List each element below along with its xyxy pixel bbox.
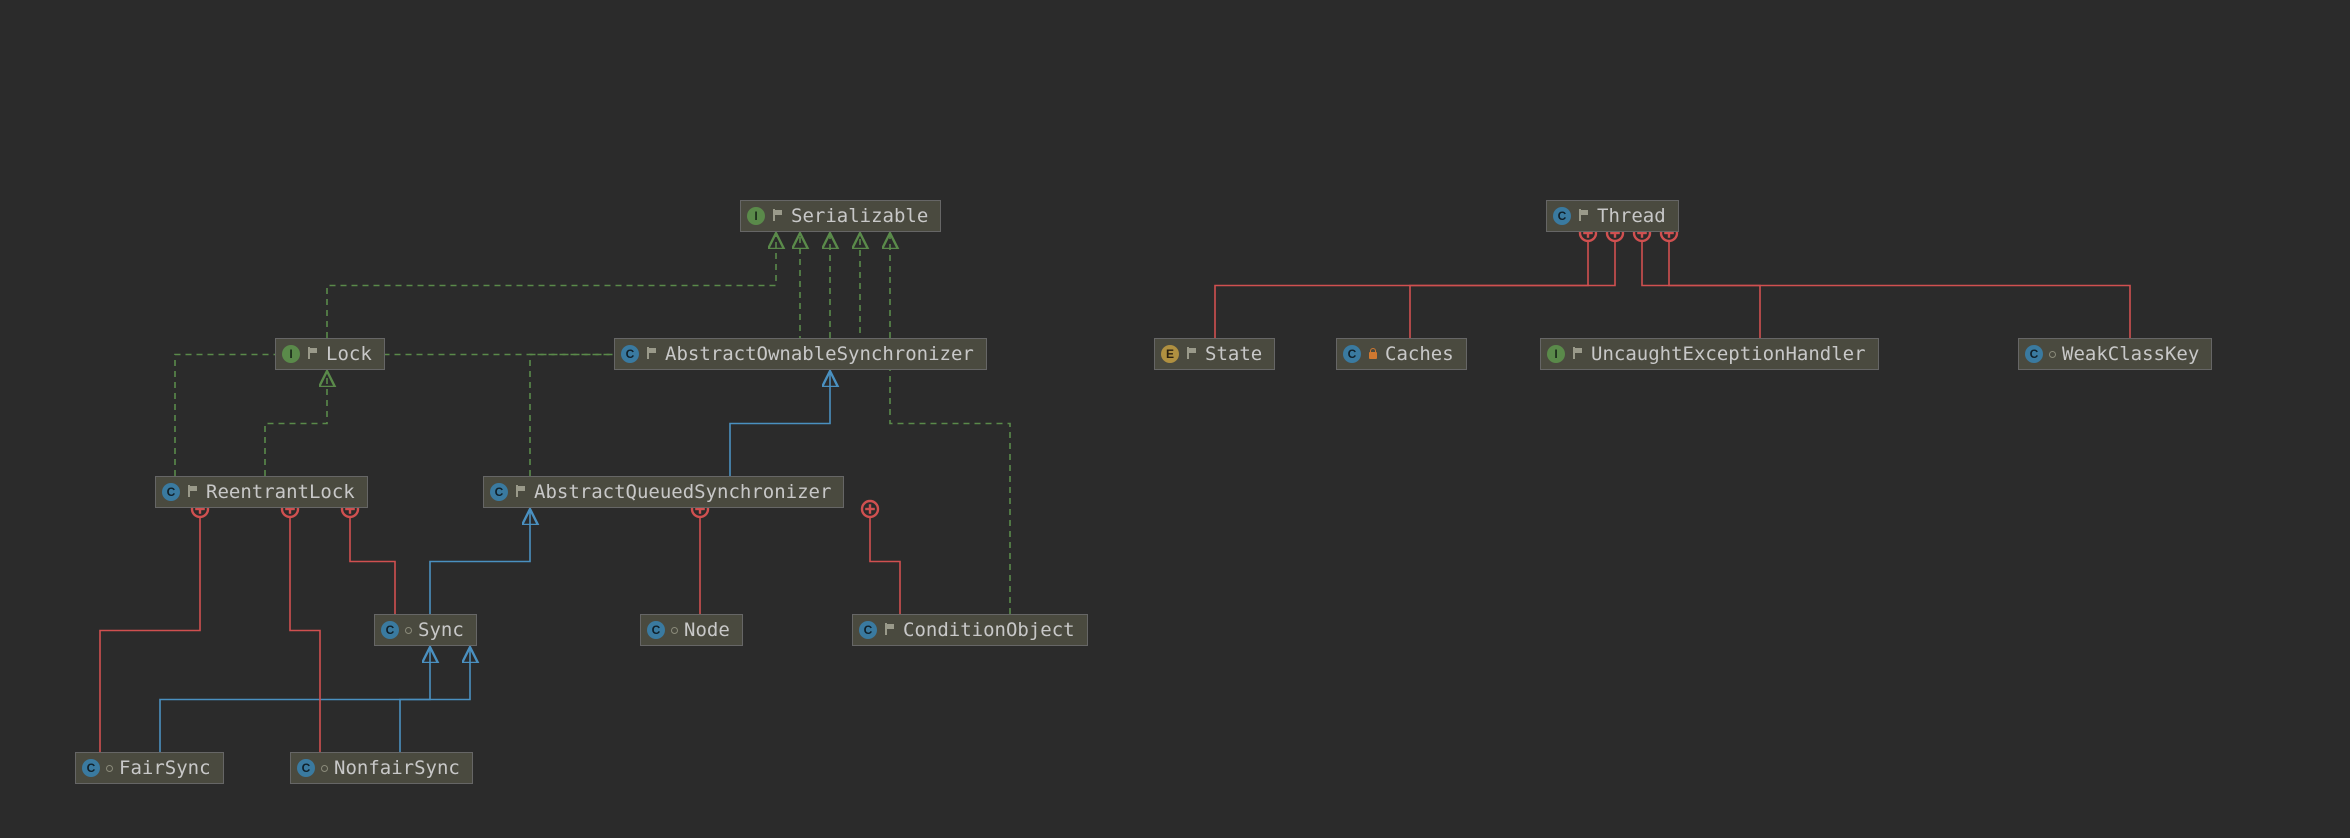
class-name-label: Sync <box>418 619 464 641</box>
class-name-label: Lock <box>326 343 372 365</box>
final-icon <box>883 623 897 637</box>
inner-class-edge <box>870 509 900 614</box>
final-icon <box>1577 209 1591 223</box>
inner-class-edge <box>1215 233 1588 338</box>
final-icon <box>771 209 785 223</box>
class-name-label: WeakClassKey <box>2062 343 2199 365</box>
interface-icon: I <box>1547 345 1565 363</box>
final-icon <box>1185 347 1199 361</box>
class-node-fairsync[interactable]: C FairSync <box>75 752 224 784</box>
inner-class-edge <box>100 509 200 752</box>
inner-class-edge <box>350 509 395 614</box>
class-name-label: ReentrantLock <box>206 481 355 503</box>
class-name-label: Caches <box>1385 343 1454 365</box>
class-node-serializable[interactable]: I Serializable <box>740 200 941 232</box>
class-icon: C <box>621 345 639 363</box>
implements-edge <box>890 233 1010 614</box>
class-name-label: UncaughtExceptionHandler <box>1591 343 1866 365</box>
inner-class-edge <box>1410 233 1615 338</box>
enum-icon: E <box>1161 345 1179 363</box>
final-icon <box>645 347 659 361</box>
class-node-condobj[interactable]: C ConditionObject <box>852 614 1088 646</box>
class-icon: C <box>1553 207 1571 225</box>
class-icon: C <box>381 621 399 639</box>
static-icon <box>671 627 678 634</box>
class-name-label: NonfairSync <box>334 757 460 779</box>
static-icon <box>405 627 412 634</box>
class-name-label: AbstractQueuedSynchronizer <box>534 481 831 503</box>
implements-edge <box>327 233 776 338</box>
class-icon: C <box>859 621 877 639</box>
interface-icon: I <box>282 345 300 363</box>
static-icon <box>2049 351 2056 358</box>
inner-class-edge <box>290 509 320 752</box>
inner-class-edge <box>1669 233 2130 338</box>
class-node-ueh[interactable]: I UncaughtExceptionHandler <box>1540 338 1879 370</box>
implements-edge <box>265 371 327 476</box>
class-name-label: Thread <box>1597 205 1666 227</box>
extends-edge <box>430 509 530 614</box>
class-icon: C <box>490 483 508 501</box>
final-icon <box>514 485 528 499</box>
inner-class-edge <box>1642 233 1760 338</box>
class-name-label: FairSync <box>119 757 211 779</box>
class-node-aqs[interactable]: C AbstractQueuedSynchronizer <box>483 476 844 508</box>
interface-icon: I <box>747 207 765 225</box>
class-node-thread[interactable]: C Thread <box>1546 200 1679 232</box>
connection-layer <box>0 0 2350 838</box>
class-node-nonfairsync[interactable]: C NonfairSync <box>290 752 473 784</box>
class-node-reentrantlock[interactable]: C ReentrantLock <box>155 476 368 508</box>
class-icon: C <box>162 483 180 501</box>
extends-edge <box>400 647 470 752</box>
class-name-label: AbstractOwnableSynchronizer <box>665 343 974 365</box>
class-icon: C <box>297 759 315 777</box>
class-node-state[interactable]: E State <box>1154 338 1275 370</box>
static-icon <box>106 765 113 772</box>
class-icon: C <box>1343 345 1361 363</box>
class-node-lock[interactable]: I Lock <box>275 338 385 370</box>
lock-icon <box>1367 348 1379 360</box>
class-icon: C <box>647 621 665 639</box>
class-name-label: State <box>1205 343 1262 365</box>
class-icon: C <box>2025 345 2043 363</box>
class-name-label: Serializable <box>791 205 928 227</box>
class-node-nodecls[interactable]: C Node <box>640 614 743 646</box>
class-node-sync[interactable]: C Sync <box>374 614 477 646</box>
extends-edge <box>160 647 430 752</box>
class-name-label: Node <box>684 619 730 641</box>
final-icon <box>186 485 200 499</box>
extends-edge <box>730 371 830 476</box>
class-node-aos[interactable]: C AbstractOwnableSynchronizer <box>614 338 987 370</box>
static-icon <box>321 765 328 772</box>
final-icon <box>1571 347 1585 361</box>
final-icon <box>306 347 320 361</box>
class-node-caches[interactable]: C Caches <box>1336 338 1467 370</box>
class-name-label: ConditionObject <box>903 619 1075 641</box>
class-icon: C <box>82 759 100 777</box>
class-node-wck[interactable]: C WeakClassKey <box>2018 338 2212 370</box>
